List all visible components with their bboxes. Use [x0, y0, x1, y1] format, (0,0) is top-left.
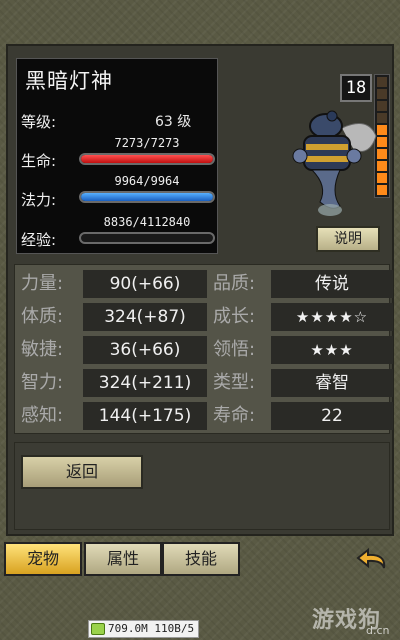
stat-label: 体质: — [21, 306, 64, 327]
level-value: 63 级 — [155, 114, 192, 130]
stat-label: 寿命: — [213, 405, 256, 426]
pet-sprite — [292, 110, 377, 216]
stat-value: 传说 — [271, 270, 393, 298]
meter-segment — [377, 89, 387, 99]
stat-value: 睿智 — [271, 369, 393, 397]
stat-label: 成长: — [213, 306, 256, 327]
exp-value: 8836/4112840 — [103, 215, 191, 229]
action-area: 返回 — [14, 442, 390, 530]
hp-bar — [79, 153, 215, 165]
status-bar: 709.0M 110B/5 — [88, 620, 200, 638]
pet-name: 黑暗灯神 — [25, 69, 113, 93]
stat-label: 领悟: — [213, 339, 256, 360]
mp-value: 9964/9964 — [114, 174, 180, 188]
insight-stars: ★★★ — [271, 336, 393, 364]
exp-bar — [79, 232, 215, 244]
tab-attributes[interactable]: 属性 — [84, 542, 162, 576]
tab-skills[interactable]: 技能 — [162, 542, 240, 576]
level-label: 等级: — [21, 113, 57, 131]
stat-label: 类型: — [213, 372, 256, 393]
stat-label: 敏捷: — [21, 339, 64, 360]
stat-label: 智力: — [21, 372, 64, 393]
mp-label: 法力: — [21, 191, 57, 209]
stat-label: 品质: — [213, 273, 256, 294]
stat-value: 22 — [271, 402, 393, 430]
watermark-sub: d.cn — [366, 624, 390, 637]
stat-value: 36(+66) — [83, 336, 207, 364]
money-icon — [91, 623, 105, 635]
exp-label: 经验: — [21, 231, 57, 249]
tab-pet[interactable]: 宠物 — [4, 542, 82, 576]
level-badge: 18 — [340, 74, 372, 102]
hp-value: 7273/7273 — [114, 136, 180, 150]
pet-info-box: 黑暗灯神 等级: 63 级 生命: 7273/7273 法力: 9964/996… — [16, 58, 218, 254]
pet-panel: 黑暗灯神 等级: 63 级 生命: 7273/7273 法力: 9964/996… — [6, 44, 394, 536]
hp-bar-fill — [81, 155, 213, 163]
stat-value: 324(+211) — [83, 369, 207, 397]
mp-bar — [79, 191, 215, 203]
stat-value: 90(+66) — [83, 270, 207, 298]
mp-bar-fill — [81, 193, 213, 201]
stat-label: 感知: — [21, 405, 64, 426]
status-text: 709.0M 110B/5 — [108, 622, 195, 635]
meter-segment — [377, 77, 387, 87]
hp-label: 生命: — [21, 152, 57, 170]
return-arrow-icon[interactable] — [356, 546, 390, 574]
describe-button[interactable]: 说明 — [316, 226, 380, 252]
stats-table: 力量: 90(+66) 品质: 传说 体质: 324(+87) 成长: ★★★★… — [14, 264, 393, 434]
growth-stars: ★★★★☆ — [271, 303, 393, 331]
stat-value: 144(+175) — [83, 402, 207, 430]
stat-value: 324(+87) — [83, 303, 207, 331]
back-button[interactable]: 返回 — [21, 455, 143, 489]
stat-label: 力量: — [21, 273, 64, 294]
